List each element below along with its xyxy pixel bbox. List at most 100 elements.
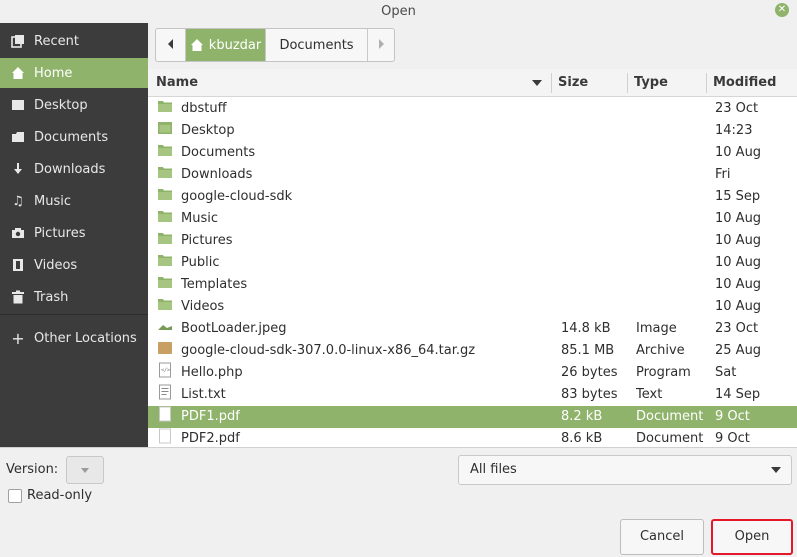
file-row[interactable]: google-cloud-sdk 15 Sep [148, 186, 797, 208]
folder-icon [157, 142, 173, 158]
image-file-icon [157, 318, 173, 334]
folder-icon [157, 252, 173, 268]
file-modified: 23 Oct [715, 101, 759, 116]
path-bar: kbuzdar Documents [155, 28, 395, 62]
sidebar-item-pictures[interactable]: Pictures [0, 218, 148, 248]
file-row[interactable]: Downloads Fri [148, 164, 797, 186]
chevron-right-icon [377, 38, 385, 53]
file-name: Desktop [181, 123, 235, 138]
column-header: Name Size Type Modified [148, 69, 797, 97]
folder-icon [157, 208, 173, 224]
file-name: List.txt [181, 387, 226, 402]
sidebar-item-desktop[interactable]: Desktop [0, 90, 148, 120]
file-list: Name Size Type Modified dbstuff 23 Oct Des… [148, 69, 797, 447]
file-name: PDF1.pdf [181, 409, 240, 424]
close-icon: ✕ [777, 4, 787, 15]
document-file-icon [157, 428, 173, 444]
sidebar-item-documents[interactable]: Documents [0, 122, 148, 152]
version-label: Version: [6, 462, 59, 477]
file-modified: Fri [715, 167, 731, 182]
file-name: Downloads [181, 167, 253, 182]
file-modified: 10 Aug [715, 255, 762, 270]
file-name: Public [181, 255, 220, 270]
readonly-label: Read-only [27, 488, 93, 503]
home-icon [190, 38, 204, 52]
open-button[interactable]: Open [711, 519, 793, 555]
chevron-down-icon [771, 467, 781, 473]
sidebar-item-downloads[interactable]: Downloads [0, 154, 148, 184]
path-documents-button[interactable]: Documents [266, 29, 368, 61]
sidebar-item-other-locations[interactable]: + Other Locations [0, 323, 148, 353]
file-modified: 10 Aug [715, 277, 762, 292]
file-row[interactable]: PDF1.pdf 8.2 kB Document 9 Oct [148, 406, 797, 428]
file-modified: 14:23 [715, 123, 753, 138]
recent-icon [10, 33, 26, 49]
plus-icon: + [11, 328, 25, 348]
sidebar-item-label: Recent [34, 33, 79, 49]
svg-text:</>: </> [161, 368, 170, 374]
folder-icon [157, 186, 173, 202]
file-row[interactable]: Templates 10 Aug [148, 274, 797, 296]
column-type[interactable]: Type [634, 69, 668, 97]
archive-file-icon [157, 340, 173, 356]
file-modified: 10 Aug [715, 299, 762, 314]
file-row[interactable]: Pictures 10 Aug [148, 230, 797, 252]
file-row[interactable]: google-cloud-sdk-307.0.0-linux-x86_64.ta… [148, 340, 797, 362]
folder-icon [157, 164, 173, 180]
version-dropdown[interactable] [66, 456, 104, 484]
sidebar-item-videos[interactable]: Videos [0, 250, 148, 280]
file-modified: 14 Sep [715, 387, 761, 402]
sidebar-item-recent[interactable]: Recent [0, 26, 148, 56]
column-divider [551, 73, 552, 93]
readonly-option[interactable]: Read-only [8, 488, 92, 503]
file-size: 26 bytes [561, 365, 618, 380]
document-file-icon [157, 406, 173, 422]
readonly-checkbox[interactable] [8, 488, 22, 503]
sidebar-item-label: Downloads [34, 161, 106, 177]
file-row[interactable]: Music 10 Aug [148, 208, 797, 230]
file-row[interactable]: dbstuff 23 Oct [148, 98, 797, 120]
file-type: Text [636, 387, 663, 402]
cancel-button[interactable]: Cancel [620, 519, 704, 555]
file-row[interactable]: BootLoader.jpeg 14.8 kB Image 23 Oct [148, 318, 797, 340]
file-row[interactable]: List.txt 83 bytes Text 14 Sep [148, 384, 797, 406]
file-row[interactable]: Desktop 14:23 [148, 120, 797, 142]
folder-icon [157, 296, 173, 312]
column-size[interactable]: Size [558, 69, 588, 97]
sidebar-item-trash[interactable]: Trash [0, 282, 148, 312]
path-back-button[interactable] [156, 29, 186, 61]
sidebar-item-home[interactable]: Home [0, 58, 148, 88]
file-name: dbstuff [181, 101, 227, 116]
chevron-left-icon [167, 38, 175, 53]
close-button[interactable]: ✕ [775, 3, 789, 17]
file-row[interactable]: Public 10 Aug [148, 252, 797, 274]
path-forward-button[interactable] [368, 29, 394, 61]
file-row[interactable]: Documents 10 Aug [148, 142, 797, 164]
home-icon [10, 65, 26, 81]
column-modified[interactable]: Modified [713, 69, 776, 97]
sidebar-item-label: Videos [34, 257, 78, 273]
file-size: 14.8 kB [561, 321, 611, 336]
column-divider [706, 73, 707, 93]
places-sidebar: Recent Home Desktop Documents Downloads … [0, 23, 148, 447]
file-row[interactable]: PDF2.pdf 8.6 kB Document 9 Oct [148, 428, 797, 447]
folder-icon [157, 230, 173, 246]
trash-icon [10, 289, 26, 305]
window-title: Open [381, 4, 416, 19]
film-icon [10, 257, 26, 273]
sidebar-item-music[interactable]: ♫ Music [0, 186, 148, 216]
file-row[interactable]: </> Hello.php 26 bytes Program Sat [148, 362, 797, 384]
file-filter-dropdown[interactable]: All files [458, 455, 792, 485]
path-current-label: Documents [279, 37, 354, 53]
chevron-down-icon [81, 468, 89, 473]
file-type: Program [636, 365, 691, 380]
column-name[interactable]: Name [156, 69, 198, 97]
file-row[interactable]: Videos 10 Aug [148, 296, 797, 318]
file-modified: 23 Oct [715, 321, 759, 336]
download-icon [10, 161, 26, 177]
file-filter-value: All files [470, 462, 517, 477]
path-home-button[interactable]: kbuzdar [186, 29, 266, 61]
folder-icon [157, 98, 173, 114]
file-modified: 25 Aug [715, 343, 762, 358]
desktop-folder-icon [157, 120, 173, 136]
